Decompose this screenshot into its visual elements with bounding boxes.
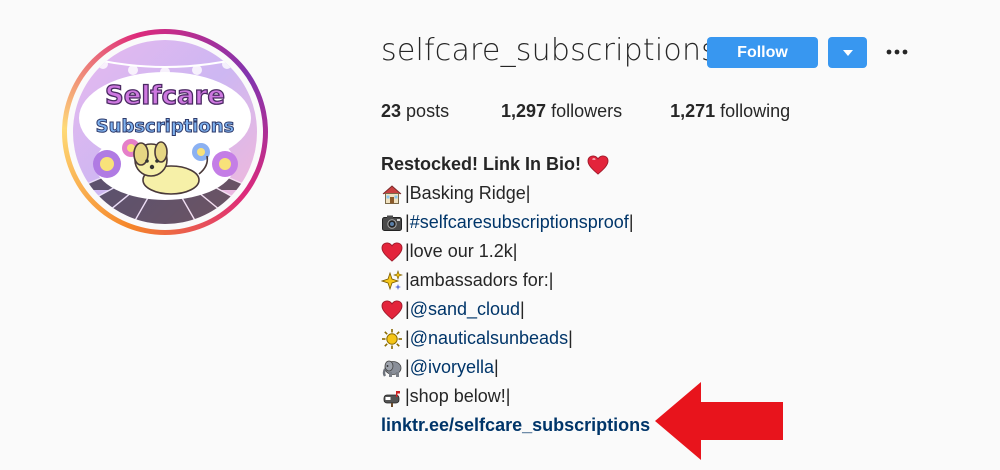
bio-line: |shop below!| (381, 382, 650, 411)
bio-line: | @nauticalsunbeads | (381, 324, 650, 353)
posts-label: posts (406, 101, 450, 121)
follow-button[interactable]: Follow (707, 37, 818, 68)
bio-text: | (493, 357, 499, 377)
sparkles-icon (381, 269, 403, 292)
bio-text: | (628, 212, 634, 232)
caret-down-icon (842, 49, 853, 56)
bio-name-line: Restocked! Link In Bio! (381, 150, 650, 179)
bio-line: |ambassadors for:| (381, 266, 650, 295)
svg-text:Subscriptions: Subscriptions (96, 116, 235, 137)
bio-name: Restocked! Link In Bio! (381, 154, 582, 174)
selfcare-logo: Selfcare Subscriptions (73, 40, 257, 224)
bio-text: |Basking Ridge| (405, 183, 531, 203)
bio-line: | #selfcaresubscriptionsproof | (381, 208, 650, 237)
house-icon (381, 183, 403, 205)
bio-text: |love our 1.2k| (405, 241, 518, 261)
bio-line: |Basking Ridge| (381, 179, 650, 208)
sun-icon (381, 328, 403, 350)
bio-text: | (520, 299, 525, 319)
mailbox-icon (381, 386, 403, 408)
following-label: following (720, 101, 791, 121)
posts-stat: 23 posts (381, 101, 453, 122)
heart-icon (381, 241, 403, 263)
more-options-button[interactable] (884, 40, 910, 64)
mention-link[interactable]: @ivoryella (410, 353, 494, 382)
profile-stats: 23 posts 1,297 followers 1,271 following (381, 101, 838, 122)
bio-line: | @ivoryella | (381, 353, 650, 382)
heart-icon (381, 299, 403, 321)
camera-icon (381, 212, 403, 234)
mention-link[interactable]: @sand_cloud (410, 295, 520, 324)
bio-external-link[interactable]: linktr.ee/selfcare_subscriptions (381, 411, 650, 440)
bio-text: |shop below!| (405, 386, 511, 406)
following-count: 1,271 (670, 101, 716, 121)
avatar-gap: Selfcare Subscriptions (67, 34, 263, 230)
profile-avatar[interactable]: Selfcare Subscriptions (62, 29, 268, 235)
mention-link[interactable]: @nauticalsunbeads (410, 324, 568, 353)
profile-username: selfcare_subscriptions (381, 33, 718, 68)
ellipsis-icon (886, 49, 908, 55)
hashtag-link[interactable]: #selfcaresubscriptionsproof (410, 208, 629, 237)
following-stat[interactable]: 1,271 following (670, 101, 790, 122)
posts-count: 23 (381, 101, 402, 121)
bio-line: |love our 1.2k| (381, 237, 650, 266)
bio-text: | (568, 328, 573, 348)
bio-text: |ambassadors for:| (405, 270, 554, 290)
profile-bio: Restocked! Link In Bio! |Basking Ridge| … (381, 150, 650, 440)
avatar-image: Selfcare Subscriptions (73, 40, 257, 224)
bio-line: | @sand_cloud | (381, 295, 650, 324)
suggested-dropdown-button[interactable] (828, 37, 867, 68)
followers-label: followers (551, 101, 623, 121)
heart-icon (587, 154, 609, 176)
elephant-icon (381, 357, 403, 379)
red-arrow-icon (655, 382, 783, 460)
followers-stat[interactable]: 1,297 followers (501, 101, 622, 122)
followers-count: 1,297 (501, 101, 547, 121)
bio-link-line: linktr.ee/selfcare_subscriptions (381, 411, 650, 440)
svg-text:Selfcare: Selfcare (105, 81, 225, 111)
